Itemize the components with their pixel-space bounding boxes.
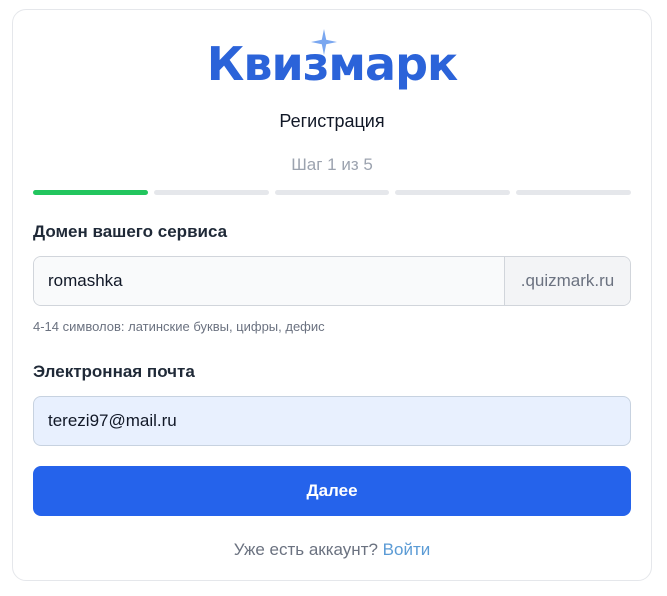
login-link[interactable]: Войти [383,540,431,559]
domain-hint: 4-14 символов: латинские буквы, цифры, д… [33,319,325,334]
progress-segment-3 [274,190,390,195]
login-prompt: Уже есть аккаунт? Войти [13,540,651,560]
email-field-label: Электронная почта [33,362,195,381]
domain-field-label: Домен вашего сервиса [33,222,228,241]
progress-segment-1 [33,190,148,195]
progress-segment-2 [153,190,269,195]
domain-suffix: .quizmark.ru [504,257,630,305]
brand-logo: Квизмарк [13,29,651,96]
step-indicator: Шаг 1 из 5 [291,155,373,174]
registration-card: Квизмарк Регистрация Шаг 1 из 5 Домен ва… [12,9,652,581]
email-input[interactable] [33,396,631,446]
login-prompt-text: Уже есть аккаунт? [233,540,378,559]
sparkle-icon [311,29,337,55]
next-button[interactable]: Далее [33,466,631,516]
progress-segment-4 [395,190,511,195]
page-title: Регистрация [279,111,385,131]
domain-input[interactable] [34,257,504,305]
domain-input-group: .quizmark.ru [33,256,631,306]
step-progress-bar [33,190,631,195]
progress-segment-5 [516,190,631,195]
